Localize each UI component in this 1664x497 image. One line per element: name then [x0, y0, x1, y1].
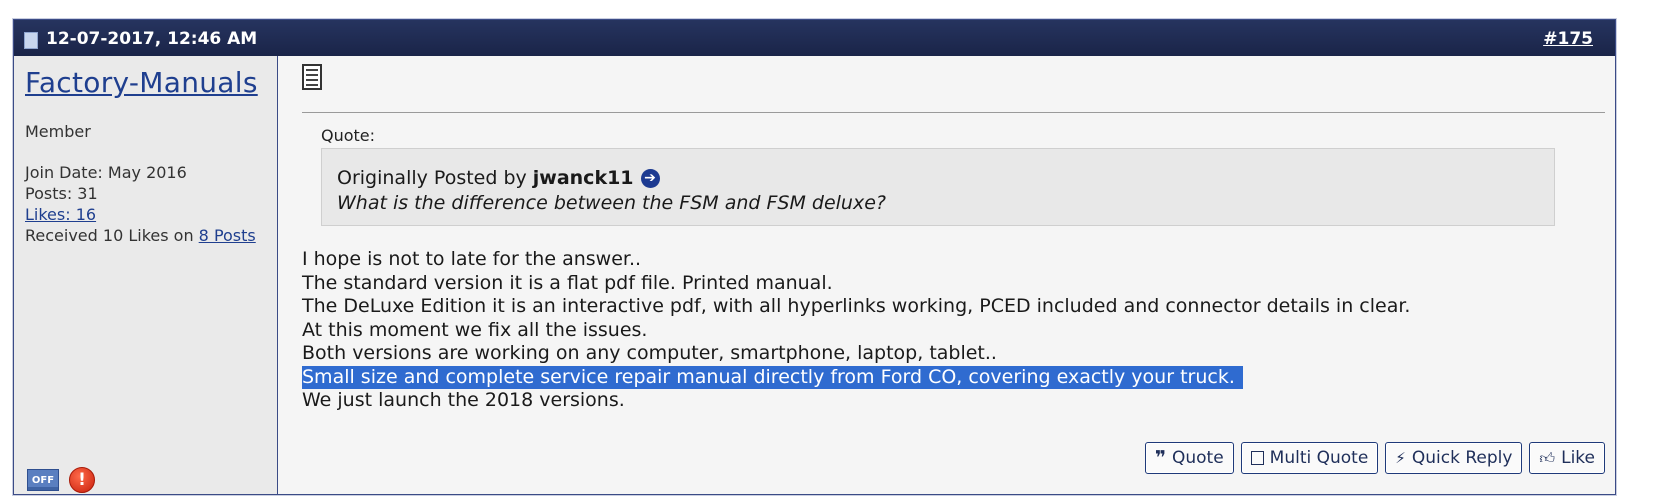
- post-header: 12-07-2017, 12:46 AM #175: [14, 20, 1615, 56]
- forum-post: 12-07-2017, 12:46 AM #175 Factory-Manual…: [13, 19, 1616, 495]
- quote-author: jwanck11: [532, 167, 634, 189]
- like-button[interactable]: 👍︎ Like: [1529, 442, 1605, 474]
- post-number-value: 175: [1557, 29, 1594, 49]
- content-divider: [302, 112, 1605, 113]
- received-likes: Received 10 Likes on 8 Posts: [25, 225, 256, 246]
- received-posts-link[interactable]: 8 Posts: [199, 226, 256, 245]
- message-line: I hope is not to late for the answer..: [302, 248, 642, 270]
- user-sidebar: Factory-Manuals Member Join Date: May 20…: [14, 56, 278, 494]
- like-button-label: Like: [1561, 448, 1595, 468]
- quick-reply-button-label: Quick Reply: [1411, 448, 1513, 468]
- quote-text: What is the difference between the FSM a…: [337, 192, 886, 214]
- arrow-circle-right-icon[interactable]: ➔: [640, 168, 660, 188]
- quote-button[interactable]: ❞ Quote: [1144, 442, 1234, 474]
- selected-message-line: Small size and complete service repair m…: [302, 365, 1243, 389]
- quick-reply-button[interactable]: ⚡ Quick Reply: [1385, 442, 1523, 474]
- quote-label: Quote:: [321, 126, 376, 145]
- username-link[interactable]: Factory-Manuals: [25, 66, 258, 99]
- post-message: I hope is not to late for the answer.. T…: [302, 248, 1410, 413]
- join-date: Join Date: May 2016: [25, 163, 187, 182]
- post-date-text: 12-07-2017, 12:46 AM: [46, 29, 258, 49]
- message-line: Both versions are working on any compute…: [302, 342, 997, 364]
- likes-link[interactable]: Likes: 16: [25, 205, 96, 224]
- user-title: Member: [25, 122, 91, 141]
- post-page-icon: [302, 64, 322, 90]
- post-content: Quote: Originally Posted by jwanck11 ➔ W…: [290, 56, 1605, 494]
- square-icon: [1250, 451, 1264, 465]
- message-line: At this moment we fix all the issues.: [302, 318, 648, 341]
- post-actions: ❞ Quote Multi Quote ⚡ Quick Reply 👍︎ Lik…: [1144, 442, 1605, 474]
- exclamation-icon[interactable]: !: [69, 467, 95, 493]
- multi-quote-button-label: Multi Quote: [1269, 448, 1369, 468]
- post-number-prefix: #: [1543, 29, 1558, 49]
- post-number-link[interactable]: #175: [1543, 29, 1593, 49]
- message-line: We just launch the 2018 versions.: [302, 389, 625, 411]
- message-line: The standard version it is a flat pdf fi…: [302, 271, 833, 294]
- originally-posted-by: Originally Posted by: [337, 167, 527, 189]
- post-date: 12-07-2017, 12:46 AM: [24, 29, 257, 49]
- quote-button-label: Quote: [1171, 448, 1224, 468]
- multi-quote-button[interactable]: Multi Quote: [1240, 442, 1379, 474]
- offline-status-icon: OFF: [27, 469, 59, 491]
- received-likes-text: Received 10 Likes on: [25, 226, 199, 245]
- quote-marks-icon: ❞: [1154, 447, 1166, 469]
- message-line: The DeLuxe Edition it is an interactive …: [302, 295, 1411, 317]
- lightning-icon: ⚡: [1395, 449, 1406, 467]
- document-icon: [24, 31, 38, 49]
- quote-origin: Originally Posted by jwanck11 ➔: [337, 167, 660, 189]
- thumbs-up-icon: 👍︎: [1539, 448, 1556, 467]
- quote-box: Originally Posted by jwanck11 ➔ What is …: [321, 148, 1555, 226]
- user-stats: Join Date: May 2016 Posts: 31 Likes: 16 …: [25, 162, 256, 246]
- post-count: Posts: 31: [25, 184, 98, 203]
